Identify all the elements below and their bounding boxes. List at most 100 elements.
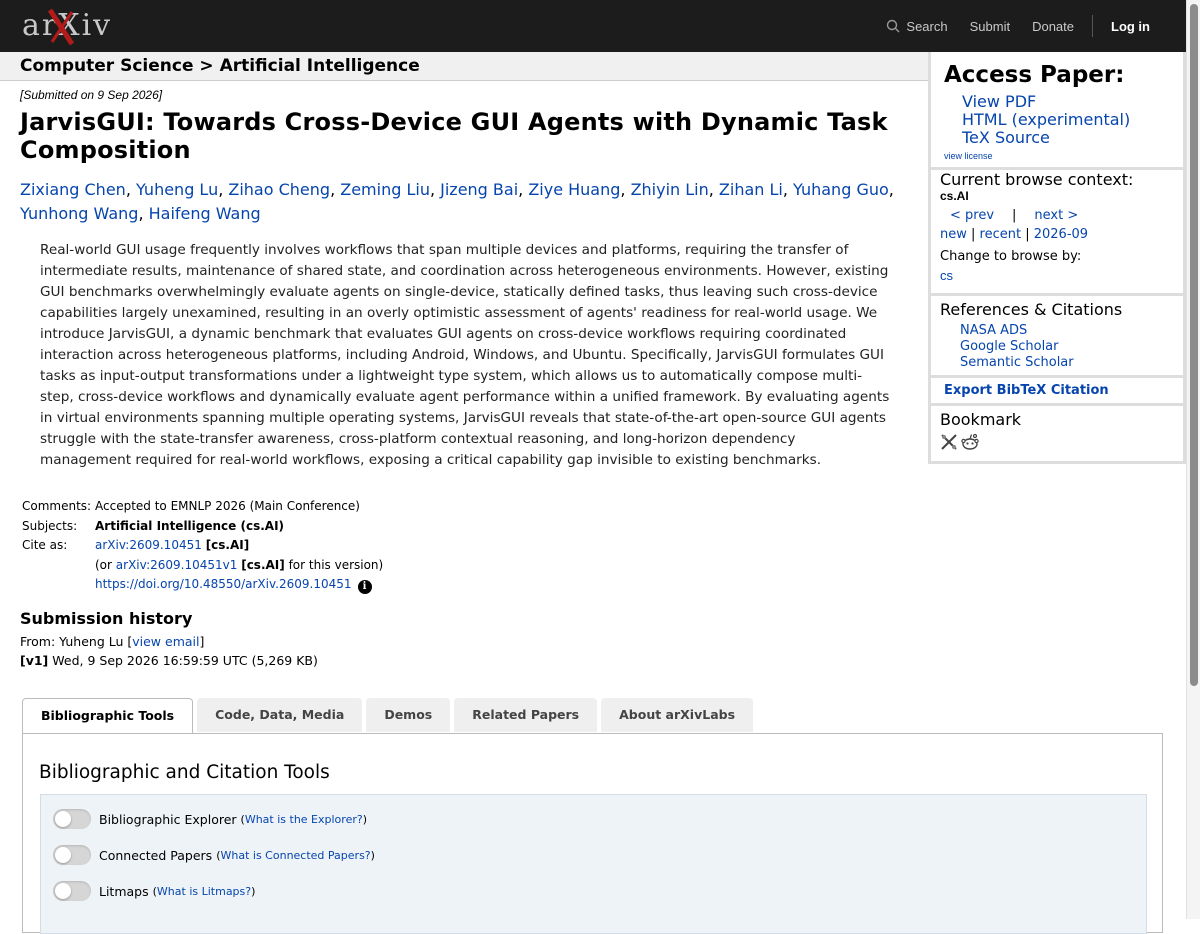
tool-label: Litmaps — [99, 883, 149, 899]
breadcrumb[interactable]: Computer Science > Artificial Intelligen… — [0, 52, 928, 81]
tex-source-link[interactable]: TeX Source — [962, 129, 1130, 147]
author-link[interactable]: Jizeng Bai — [440, 180, 518, 199]
author-list: Zixiang Chen, Yuheng Lu, Zihao Cheng, Ze… — [20, 180, 894, 223]
cite-version-value: (or arXiv:2609.10451v1 [cs.AI] for this … — [95, 556, 383, 576]
doi-link[interactable]: https://doi.org/10.48550/arXiv.2609.1045… — [95, 577, 352, 591]
cite-version-category: [cs.AI] — [241, 557, 285, 572]
info-icon[interactable]: i — [357, 580, 372, 594]
view-email-link[interactable]: view email — [132, 634, 199, 649]
sidebar-divider — [928, 375, 1186, 378]
comments-label: Comments: — [22, 499, 92, 513]
cite-row: Cite as: arXiv:2609.10451 [cs.AI] — [20, 536, 900, 556]
history-from: From: Yuheng Lu [view email] — [20, 632, 900, 652]
tab-bibliographic-tools[interactable]: Bibliographic Tools — [22, 698, 194, 734]
export-bibtex-link[interactable]: Export BibTeX Citation — [944, 383, 1109, 398]
litmaps-toggle[interactable] — [53, 881, 91, 901]
change-browse-label: Change to browse by: — [940, 249, 1082, 264]
tool-row-connected-papers: Connected Papers (What is Connected Pape… — [53, 845, 375, 865]
references-links: NASA ADS Google Scholar Semantic Scholar — [960, 323, 1074, 371]
arxiv-version-link[interactable]: arXiv:2609.10451v1 — [116, 558, 238, 572]
author-link[interactable]: Zixiang Chen — [20, 180, 126, 199]
litmaps-help-link[interactable]: What is Litmaps? — [157, 885, 251, 898]
logo-x-mark-icon — [47, 8, 75, 46]
nasa-ads-link[interactable]: NASA ADS — [960, 323, 1074, 339]
bookmark-heading: Bookmark — [940, 410, 1022, 429]
cs-link[interactable]: cs — [940, 268, 953, 283]
html-link[interactable]: HTML (experimental) — [962, 111, 1130, 129]
tab-about-arxivlabs[interactable]: About arXivLabs — [601, 698, 754, 732]
main-content: [Submitted on 9 Sep 2026] JarvisGUI: Tow… — [20, 86, 900, 671]
cite-value: arXiv:2609.10451 [cs.AI] — [95, 536, 249, 556]
subjects-label: Subjects: — [22, 518, 78, 533]
metadata-table: Comments: Accepted to EMNLP 2026 (Main C… — [20, 497, 900, 595]
explorer-help-link[interactable]: What is the Explorer? — [245, 813, 363, 826]
tool-label: Bibliographic Explorer — [99, 811, 237, 827]
browse-context-category: cs.AI — [940, 189, 969, 203]
prev-link[interactable]: < prev — [950, 208, 994, 223]
from-suffix: ] — [199, 633, 205, 649]
comments-row: Comments: Accepted to EMNLP 2026 (Main C… — [20, 497, 900, 517]
access-paper-heading: Access Paper: — [944, 62, 1125, 88]
bibsonomy-icon[interactable] — [940, 433, 958, 451]
explorer-toggle[interactable] — [53, 809, 91, 829]
login-link[interactable]: Log in — [1111, 19, 1150, 34]
submission-history: From: Yuheng Lu [view email] [v1] Wed, 9… — [20, 632, 900, 671]
search-label: Search — [906, 18, 948, 34]
arxiv-id-link[interactable]: arXiv:2609.10451 — [95, 538, 202, 552]
search-link[interactable]: Search — [886, 18, 948, 34]
month-link[interactable]: 2026-09 — [1034, 227, 1088, 242]
tab-demos[interactable]: Demos — [366, 698, 451, 732]
browse-prev-next: < prev | next > — [950, 208, 1078, 223]
abstract: Real-world GUI usage frequently involves… — [40, 242, 890, 468]
tool-row-explorer: Bibliographic Explorer (What is the Expl… — [53, 809, 367, 829]
author-link[interactable]: Zhiyin Lin — [631, 180, 709, 199]
reddit-icon[interactable] — [960, 433, 980, 451]
connected-papers-help-link[interactable]: What is Connected Papers? — [221, 849, 371, 862]
bookmark-icons — [940, 433, 980, 451]
browse-listing-links: new | recent | 2026-09 — [940, 227, 1089, 242]
tab-code-data-media[interactable]: Code, Data, Media — [197, 698, 363, 732]
tools-box: Bibliographic Explorer (What is the Expl… — [40, 794, 1147, 934]
semantic-scholar-link[interactable]: Semantic Scholar — [960, 355, 1074, 371]
arxiv-logo[interactable]: arXiv — [22, 6, 114, 46]
submission-history-heading: Submission history — [20, 608, 193, 628]
submit-link[interactable]: Submit — [970, 19, 1010, 34]
comments-value: Accepted to EMNLP 2026 (Main Conference) — [95, 499, 360, 513]
panel-heading: Bibliographic and Citation Tools — [39, 762, 330, 783]
access-links: View PDF HTML (experimental) TeX Source — [962, 93, 1130, 147]
tool-row-litmaps: Litmaps (What is Litmaps?) — [53, 881, 255, 901]
author-link[interactable]: Yuheng Lu — [136, 180, 218, 199]
scrollbar-thumb[interactable] — [1190, 4, 1198, 686]
author-link[interactable]: Zihan Li — [719, 180, 783, 199]
google-scholar-link[interactable]: Google Scholar — [960, 339, 1074, 355]
tool-hint: (What is the Explorer?) — [240, 812, 367, 826]
next-link[interactable]: next > — [1034, 208, 1078, 223]
meta-spacer — [20, 575, 95, 595]
history-version: [v1] Wed, 9 Sep 2026 16:59:59 UTC (5,269… — [20, 651, 900, 671]
cite-version-row: (or arXiv:2609.10451v1 [cs.AI] for this … — [20, 556, 900, 576]
author-link[interactable]: Zeming Liu — [340, 180, 430, 199]
doi-value: https://doi.org/10.48550/arXiv.2609.1045… — [95, 575, 372, 595]
author-link[interactable]: Ziye Huang — [528, 180, 620, 199]
page-scrollbar[interactable] — [1186, 0, 1200, 919]
new-link[interactable]: new — [940, 227, 967, 242]
view-license-link[interactable]: view license — [944, 151, 993, 161]
tab-related-papers[interactable]: Related Papers — [454, 698, 598, 732]
connected-papers-toggle[interactable] — [53, 845, 91, 865]
pipe-separator: | — [1012, 208, 1017, 223]
author-link[interactable]: Zihao Cheng — [228, 180, 330, 199]
search-icon — [887, 19, 900, 33]
recent-link[interactable]: recent — [980, 227, 1022, 242]
donate-link[interactable]: Donate — [1032, 19, 1074, 34]
version-detail: Wed, 9 Sep 2026 16:59:59 UTC (5,269 KB) — [48, 653, 318, 668]
tool-hint: (What is Connected Papers?) — [216, 848, 375, 862]
doi-row: https://doi.org/10.48550/arXiv.2609.1045… — [20, 575, 900, 595]
top-header: arXiv Search Submit Donate Log in — [0, 0, 1186, 52]
author-link[interactable]: Yunhong Wang — [20, 204, 138, 223]
tool-hint: (What is Litmaps?) — [152, 884, 256, 898]
author-link[interactable]: Yuhang Guo — [793, 180, 889, 199]
cite-category: [cs.AI] — [205, 538, 250, 552]
view-pdf-link[interactable]: View PDF — [962, 93, 1130, 111]
cite-or-prefix: (or — [95, 557, 116, 572]
author-link[interactable]: Haifeng Wang — [149, 204, 261, 223]
